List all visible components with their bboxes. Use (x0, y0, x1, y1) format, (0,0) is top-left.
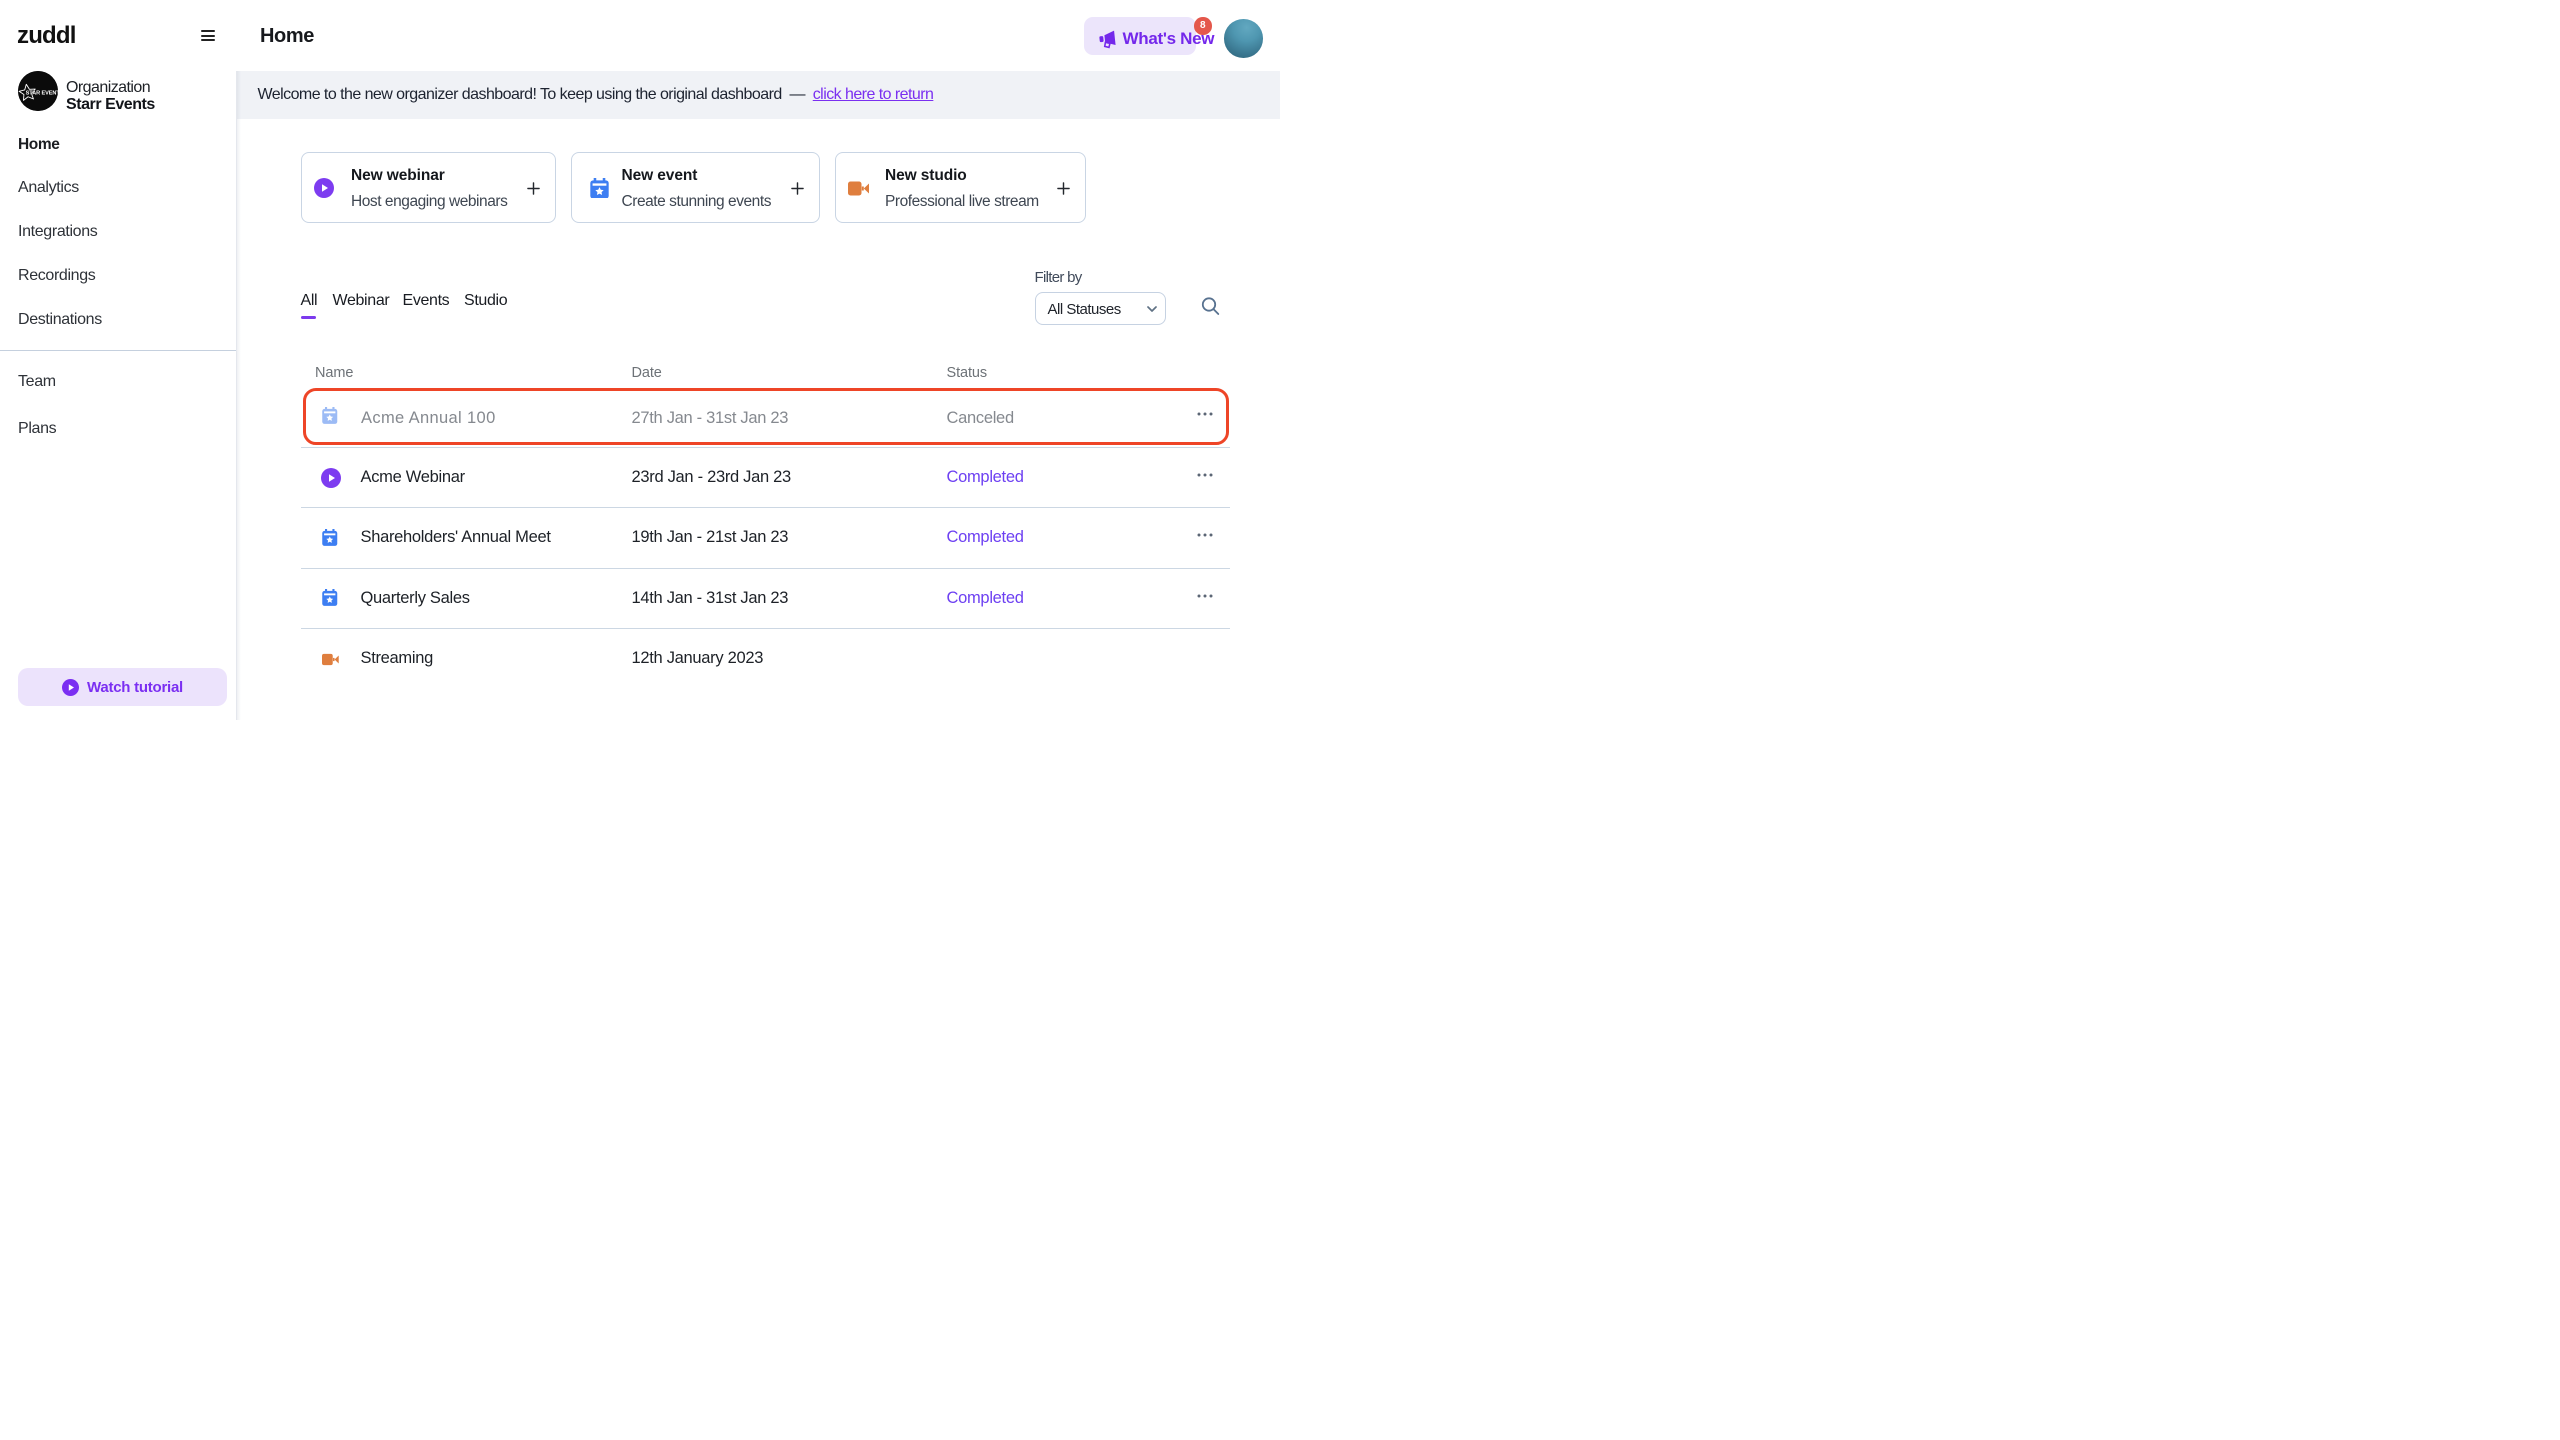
svg-text:STAR EVENT: STAR EVENT (26, 91, 58, 97)
